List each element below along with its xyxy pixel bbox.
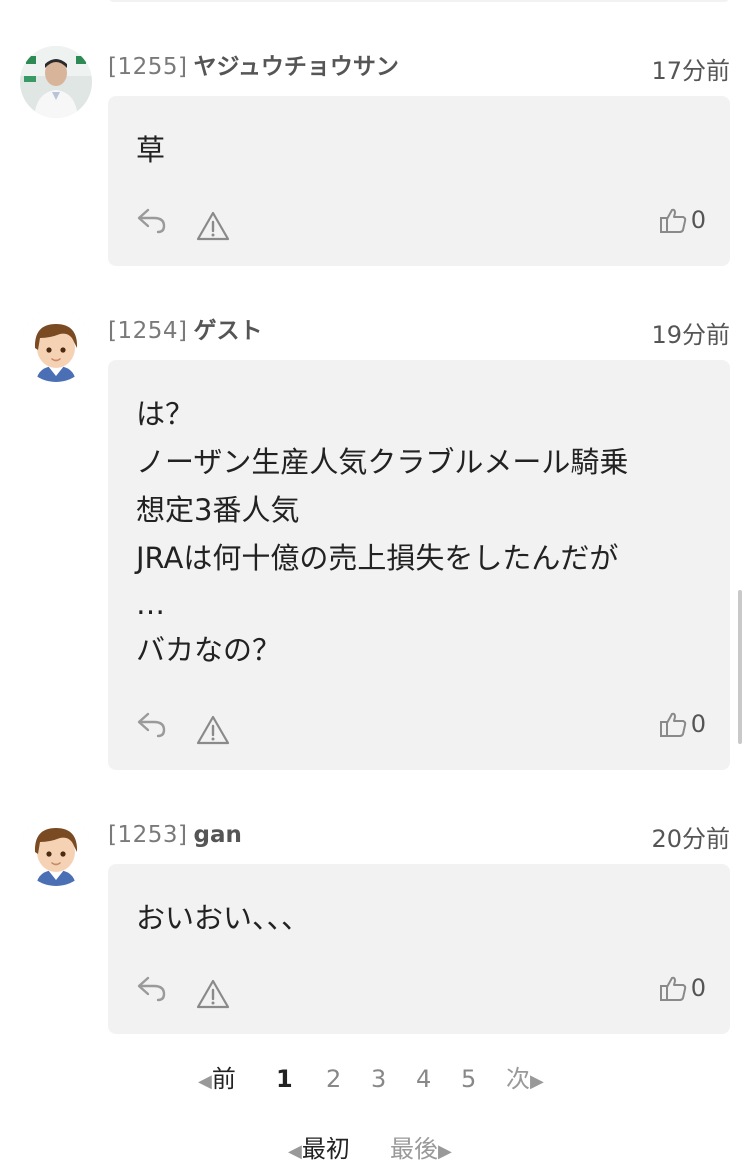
thumbs-up-icon: [659, 712, 686, 737]
reply-icon[interactable]: [136, 972, 168, 1004]
like-count: 0: [690, 206, 706, 234]
guest-avatar-icon: [20, 814, 92, 886]
comment-bubble: おいおい、、、 0: [108, 864, 730, 1034]
user-avatar[interactable]: [20, 46, 92, 118]
page-link[interactable]: 4: [416, 1060, 431, 1098]
comment-author[interactable]: ゲスト: [193, 318, 262, 344]
comment-line: は？: [136, 397, 195, 431]
comment-bubble: 草 0: [108, 96, 730, 266]
like-count: 0: [690, 710, 706, 738]
comment-number: [1253]: [108, 822, 188, 848]
comment-actions: 0: [136, 972, 706, 1010]
prev-label: 前: [211, 1065, 236, 1093]
comment-actions: 0: [136, 204, 706, 242]
comment-line: 想定3番人気: [136, 493, 300, 527]
like-button[interactable]: 0: [659, 710, 706, 742]
comment-line: …: [136, 587, 165, 621]
comment-body: は？ ノーザン生産人気クラブルメール騎乗 想定3番人気 JRAは何十億の売上損失…: [108, 360, 730, 674]
user-avatar[interactable]: [20, 814, 92, 886]
comment-body: 草: [108, 96, 730, 174]
guest-avatar-icon: [20, 310, 92, 382]
comment-number: [1254]: [108, 318, 188, 344]
last-label: 最後: [390, 1135, 438, 1163]
triangle-right-icon: ▶: [438, 1141, 452, 1162]
triangle-left-icon: ◀: [288, 1141, 302, 1162]
comment-time: 20分前: [651, 825, 730, 853]
report-warning-icon[interactable]: [196, 714, 230, 746]
comment-bubble: は？ ノーザン生産人気クラブルメール騎乗 想定3番人気 JRAは何十億の売上損失…: [108, 360, 730, 770]
page-link[interactable]: 3: [371, 1060, 386, 1098]
comment-body: おいおい、、、: [108, 864, 730, 942]
comment-header: [1255] ヤジュウチョウサン: [108, 52, 399, 82]
previous-comment-card: [108, 0, 730, 2]
comment-line: JRAは何十億の売上損失をしたんだが: [136, 541, 619, 575]
next-label: 次: [506, 1065, 530, 1093]
comment-item: [1253] gan 20分前 おいおい、、、 0: [0, 814, 750, 1034]
next-page-link[interactable]: 次▶: [506, 1060, 544, 1101]
first-label: 最初: [301, 1135, 350, 1163]
user-avatar[interactable]: [20, 310, 92, 382]
reply-icon[interactable]: [136, 708, 168, 740]
first-page-link[interactable]: ◀最初: [288, 1130, 350, 1171]
prev-page-link[interactable]: ◀前: [198, 1060, 236, 1101]
last-page-link[interactable]: 最後▶: [390, 1130, 452, 1171]
scrollbar[interactable]: [738, 590, 742, 744]
page-link[interactable]: 5: [461, 1060, 476, 1098]
reply-icon[interactable]: [136, 204, 168, 236]
pagination: ◀前 1 2 3 4 5 次▶: [0, 1060, 750, 1100]
comment-header: [1254] ゲスト: [108, 316, 262, 346]
triangle-left-icon: ◀: [198, 1071, 212, 1092]
comment-item: [1255] ヤジュウチョウサン 17分前 草 0: [0, 46, 750, 266]
pagination-ends: ◀最初 最後▶: [0, 1130, 750, 1170]
report-warning-icon[interactable]: [196, 978, 230, 1010]
photo-avatar-icon: [20, 46, 92, 118]
comment-line: おいおい、、、: [136, 901, 311, 935]
like-count: 0: [690, 974, 706, 1002]
comment-time: 19分前: [651, 321, 730, 349]
triangle-right-icon: ▶: [530, 1071, 544, 1092]
comment-item: [1254] ゲスト 19分前 は？ ノーザン生産人気クラブルメール騎乗 想定3番…: [0, 310, 750, 770]
comment-author[interactable]: ヤジュウチョウサン: [193, 54, 398, 80]
comment-time: 17分前: [651, 57, 730, 85]
page-link-current[interactable]: 1: [276, 1060, 293, 1098]
page-link[interactable]: 2: [326, 1060, 341, 1098]
report-warning-icon[interactable]: [196, 210, 230, 242]
thumbs-up-icon: [659, 976, 686, 1001]
comment-actions: 0: [136, 708, 706, 746]
like-button[interactable]: 0: [659, 974, 706, 1006]
like-button[interactable]: 0: [659, 206, 706, 238]
comment-line: 草: [136, 133, 166, 167]
comment-number: [1255]: [108, 54, 188, 80]
comment-author[interactable]: gan: [193, 822, 241, 848]
thumbs-up-icon: [659, 208, 686, 233]
comment-header: [1253] gan: [108, 820, 242, 850]
comment-line: ノーザン生産人気クラブルメール騎乗: [136, 445, 629, 479]
comment-line: バカなの？: [136, 633, 282, 667]
